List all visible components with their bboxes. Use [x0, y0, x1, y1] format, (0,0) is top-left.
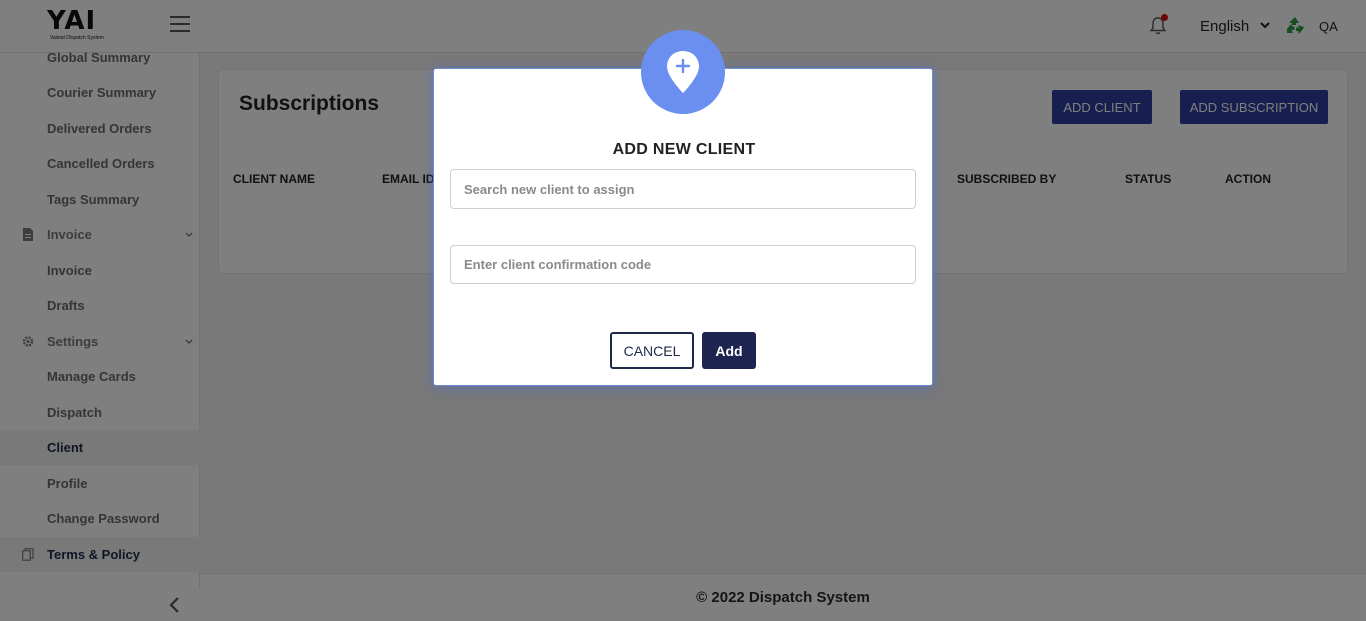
cancel-button[interactable]: CANCEL [610, 332, 694, 369]
add-button[interactable]: Add [702, 332, 756, 369]
add-client-modal: ADD NEW CLIENT CANCEL Add [433, 68, 933, 386]
location-pin-icon [641, 30, 725, 114]
confirmation-code-input[interactable] [450, 245, 916, 284]
client-search-input[interactable] [450, 169, 916, 209]
modal-title: ADD NEW CLIENT [612, 141, 756, 158]
